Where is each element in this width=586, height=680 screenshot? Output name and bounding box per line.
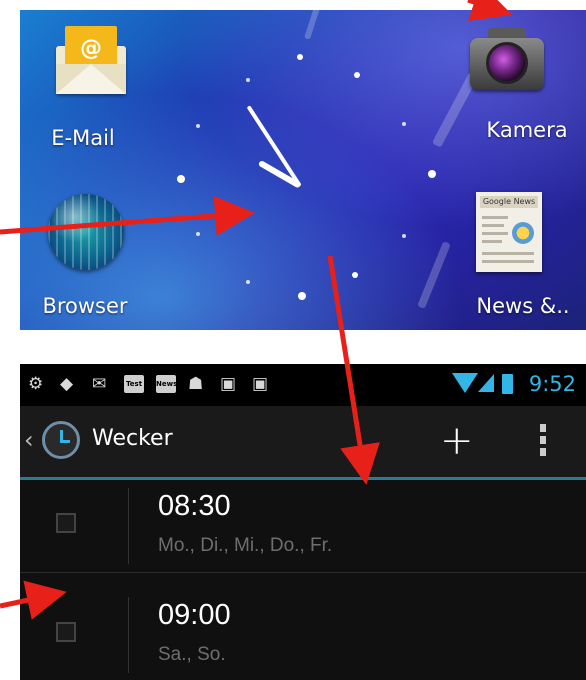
clock-tick <box>402 234 406 238</box>
clock-tick <box>297 54 303 60</box>
back-chevron-icon[interactable]: ‹ <box>24 428 34 452</box>
alarm-time: 09:00 <box>158 599 231 631</box>
newspaper-icon: Google News <box>476 192 542 272</box>
store-bag-icon: ▣ <box>252 374 269 394</box>
battery-icon <box>502 374 513 394</box>
signal-icon <box>478 374 494 392</box>
wallpaper-streak <box>303 10 323 40</box>
clock-tick <box>352 272 358 278</box>
analog-clock-widget[interactable] <box>170 40 450 310</box>
news-app-label: News &.. <box>476 294 570 318</box>
status-bar: ⚙ ◆ ✉ Test News ☗ ▣ ▣ 9:52 <box>20 364 586 406</box>
android-icon: ☗ <box>188 374 204 394</box>
clock-tick <box>354 72 360 78</box>
overflow-menu-icon[interactable] <box>540 424 548 462</box>
test-app-icon: Test <box>124 375 144 393</box>
alarm-row[interactable]: 09:00 Sa., So. <box>20 589 586 680</box>
red-arrow <box>467 0 513 22</box>
alarm-days: Mo., Di., Mi., Do., Fr. <box>158 535 333 556</box>
action-bar: ‹ Wecker + <box>20 406 586 480</box>
clock-tick <box>402 122 406 126</box>
page-title: Wecker <box>92 426 173 451</box>
camera-app-label: Kamera <box>486 118 568 142</box>
browser-app-label: Browser <box>42 294 128 318</box>
settings-icon: ⚙ <box>28 374 44 394</box>
globe-icon <box>48 194 124 270</box>
sync-icon: ◆ <box>60 374 74 394</box>
email-app-label: E-Mail <box>51 126 115 150</box>
camera-icon <box>470 28 544 90</box>
divider <box>128 597 129 673</box>
home-screen: @ E-Mail Kamera Browser Google News News <box>20 10 586 330</box>
alarm-time: 08:30 <box>158 490 231 522</box>
wifi-icon <box>452 373 478 393</box>
divider <box>128 488 129 564</box>
clock-tick <box>196 232 200 236</box>
clock-tick <box>428 170 436 178</box>
mail-icon: ✉ <box>92 374 107 394</box>
email-app[interactable]: @ E-Mail <box>28 14 138 164</box>
alarm-enable-checkbox[interactable] <box>56 513 76 533</box>
clock-tick <box>298 292 306 300</box>
clock-tick <box>246 78 250 82</box>
alarm-days: Sa., So. <box>158 644 226 665</box>
clock-tick <box>246 280 250 284</box>
clock-tick <box>196 124 200 128</box>
alarm-enable-checkbox[interactable] <box>56 622 76 642</box>
clock-tick <box>177 175 185 183</box>
app-clock-icon[interactable] <box>42 421 80 459</box>
alarm-row[interactable]: 08:30 Mo., Di., Mi., Do., Fr. <box>20 480 586 573</box>
news-app-icon: News <box>156 375 177 393</box>
add-alarm-button[interactable]: + <box>440 416 474 466</box>
email-envelope-icon: @ <box>56 24 126 94</box>
store-bag-icon: ▣ <box>220 374 237 394</box>
status-time: 9:52 <box>528 372 576 396</box>
alarm-app-screen: ⚙ ◆ ✉ Test News ☗ ▣ ▣ 9:52 ‹ Wecker + 08… <box>20 364 586 680</box>
